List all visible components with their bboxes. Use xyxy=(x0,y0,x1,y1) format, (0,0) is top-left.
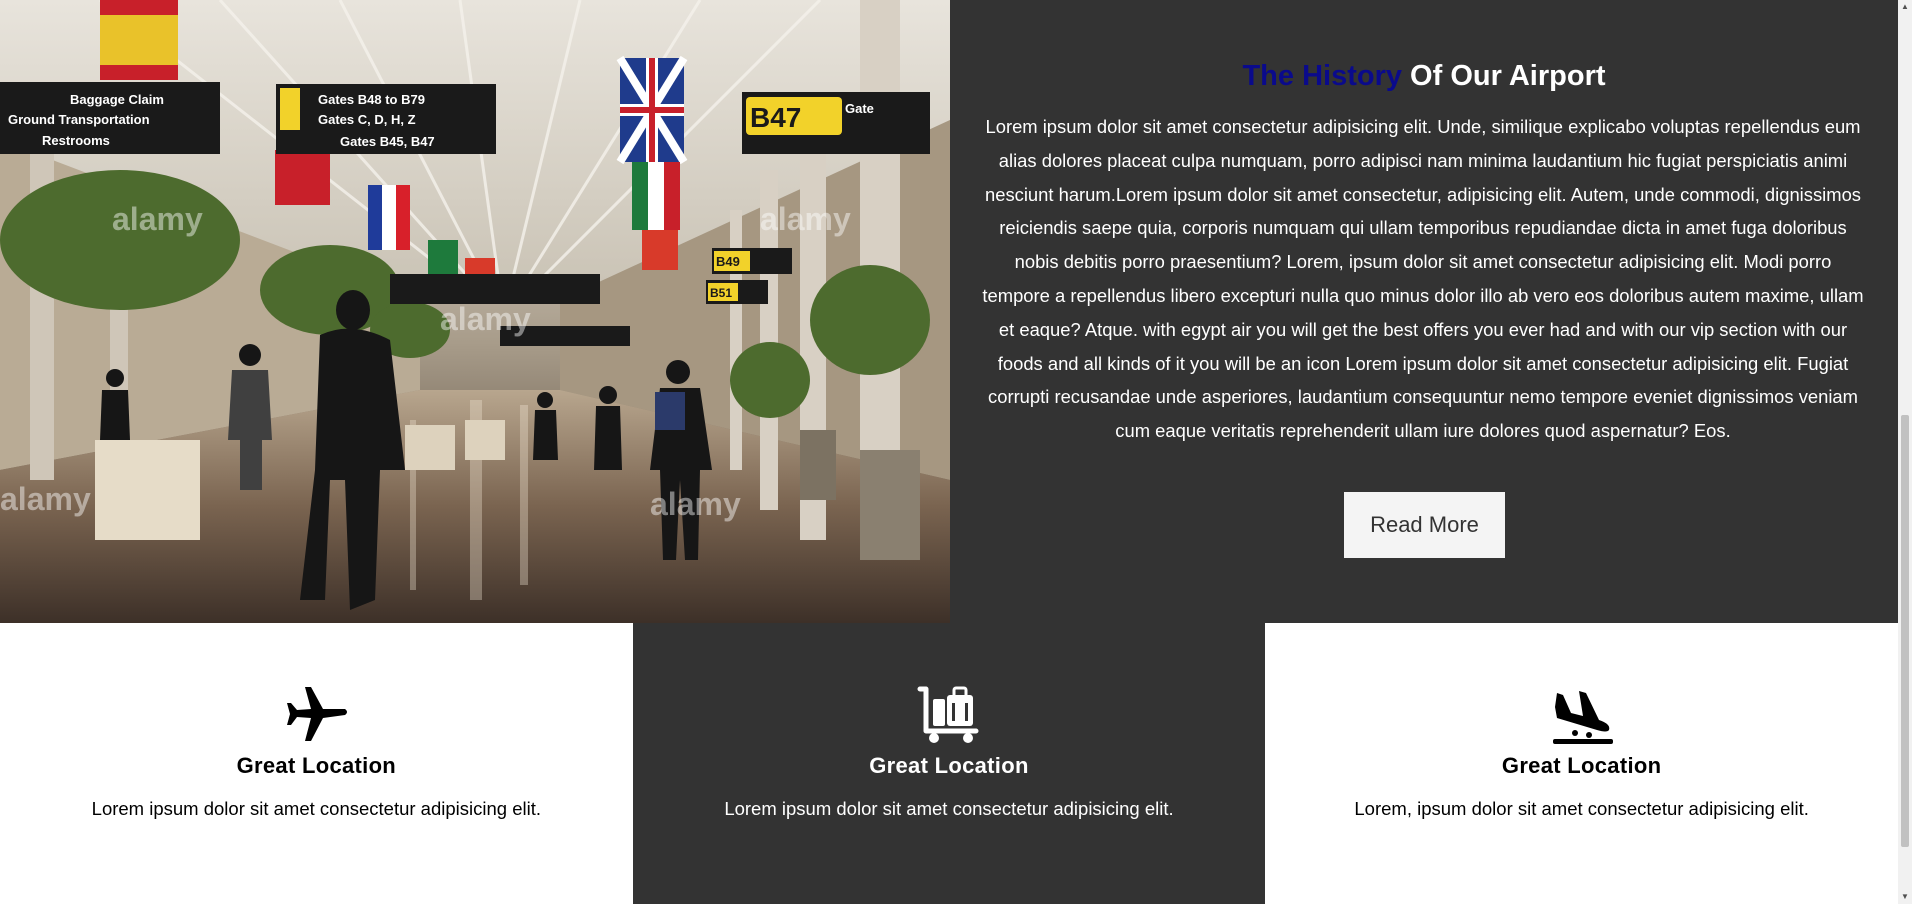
feature-title: Great Location xyxy=(869,753,1029,778)
airplane-icon xyxy=(287,687,348,741)
history-panel: The History Of Our Airport Lorem ipsum d… xyxy=(950,0,1898,623)
feature-text: Lorem ipsum dolor sit amet consectetur a… xyxy=(724,798,1174,819)
feature-card-3: Great Location Lorem, ipsum dolor sit am… xyxy=(1265,623,1898,904)
watermark-1: alamy xyxy=(112,201,203,237)
read-more-button[interactable]: Read More xyxy=(1344,492,1505,558)
scroll-up-icon[interactable]: ▲ xyxy=(1898,0,1912,14)
sign-gate-word: Gate xyxy=(845,101,874,116)
sign-ground-transportation: Ground Transportation xyxy=(8,112,150,127)
scroll-down-icon[interactable]: ▼ xyxy=(1898,890,1912,904)
scroll-thumb[interactable] xyxy=(1901,415,1909,847)
watermark-2: alamy xyxy=(760,201,851,237)
luggage-cart-icon xyxy=(917,686,979,743)
vertical-scrollbar[interactable]: ▲ ▼ xyxy=(1898,0,1912,904)
history-body: Lorem ipsum dolor sit amet consectetur a… xyxy=(982,116,1864,442)
page: Baggage Claim Ground Transportation Rest… xyxy=(0,0,1912,904)
sign-restrooms: Restrooms xyxy=(42,133,110,148)
history-section: Baggage Claim Ground Transportation Rest… xyxy=(0,0,1898,623)
watermark-5: alamy xyxy=(650,486,741,522)
sign-baggage-claim: Baggage Claim xyxy=(70,92,164,107)
feature-text: Lorem ipsum dolor sit amet consectetur a… xyxy=(91,798,541,819)
feature-card-2: Great Location Lorem ipsum dolor sit ame… xyxy=(632,623,1266,904)
feature-title: Great Location xyxy=(236,753,397,778)
history-title-accent: The History xyxy=(1242,60,1402,92)
feature-card-1: Great Location Lorem ipsum dolor sit ame… xyxy=(0,623,633,904)
sign-gate-number: B47 xyxy=(750,102,801,133)
airport-photo: Baggage Claim Ground Transportation Rest… xyxy=(0,0,950,623)
features-row: Great Location Lorem ipsum dolor sit ame… xyxy=(0,623,1898,904)
airport-photo-illustration: Baggage Claim Ground Transportation Rest… xyxy=(0,0,950,623)
sign-gate-b51: B51 xyxy=(710,286,732,300)
sign-gates-3: Gates B45, B47 xyxy=(340,134,435,149)
sign-gates-2: Gates C, D, H, Z xyxy=(318,112,416,127)
history-title-rest: Of Our Airport xyxy=(1402,60,1606,92)
feature-text: Lorem, ipsum dolor sit amet consectetur … xyxy=(1354,798,1809,819)
sign-gates-1: Gates B48 to B79 xyxy=(318,92,425,107)
history-title: The History Of Our Airport xyxy=(950,60,1898,93)
sign-gate-b49: B49 xyxy=(716,254,740,269)
feature-title: Great Location xyxy=(1501,753,1662,778)
watermark-4: alamy xyxy=(0,481,91,517)
plane-landing-icon xyxy=(1552,691,1613,744)
watermark-3: alamy xyxy=(440,301,531,337)
